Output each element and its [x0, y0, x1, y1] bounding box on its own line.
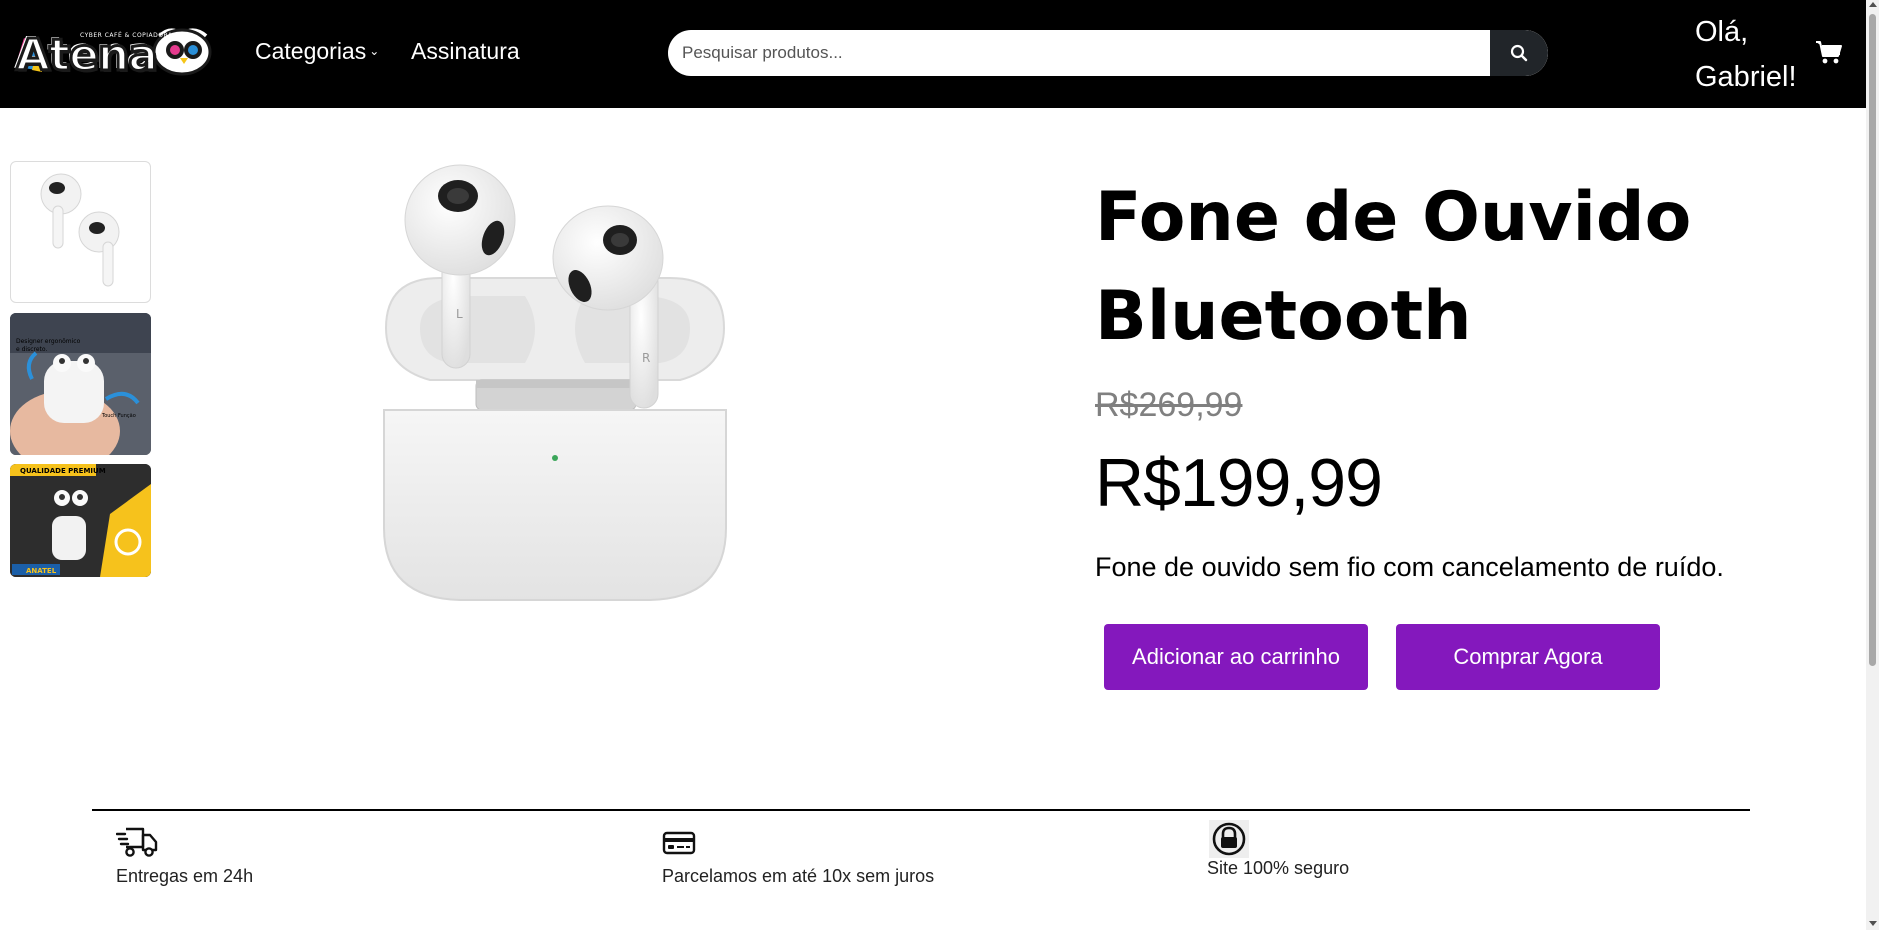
credit-card-icon [662, 831, 696, 855]
thumbnail-earbuds-in-hand[interactable]: Designer ergonômico e discreto. Touch Fu… [10, 313, 151, 455]
old-price: R$269,99 [1095, 386, 1243, 424]
current-price: R$199,99 [1095, 445, 1383, 521]
thumbnail-earbuds-front[interactable] [10, 161, 151, 303]
search-input[interactable] [668, 30, 1490, 76]
product-title: Fone de Ouvido Bluetooth [1095, 178, 1692, 356]
thumbnail-image [40, 173, 120, 287]
search-button[interactable] [1490, 30, 1548, 76]
svg-text:L: L [456, 307, 463, 321]
logo-tagline: CYBER CAFÉ & COPIADORA [80, 32, 173, 39]
delivery-truck-icon [116, 827, 158, 857]
chevron-down-icon: ⌄ [369, 44, 380, 58]
product-description: Fone de ouvido sem fio com cancelamento … [1095, 552, 1724, 582]
thumbnail-image: QUALIDADE PREMIUM ANATEL [10, 464, 151, 577]
nav-assinatura-link[interactable]: Assinatura [411, 38, 520, 65]
scrollbar-thumb[interactable] [1869, 14, 1876, 666]
feature-installments-label: Parcelamos em até 10x sem juros [662, 866, 935, 886]
product-main-image: L R [380, 158, 730, 608]
features-divider [92, 809, 1750, 811]
scroll-up-arrow-icon[interactable] [1869, 2, 1877, 7]
user-greeting[interactable]: Olá, Gabriel! [1695, 10, 1825, 100]
add-to-cart-button[interactable]: Adicionar ao carrinho [1104, 624, 1368, 690]
thumb2-caption-line2: e discreto. [16, 346, 47, 353]
thumb3-anatel: ANATEL [26, 567, 57, 575]
scroll-down-arrow-icon[interactable] [1869, 921, 1877, 926]
cart-button[interactable] [1815, 40, 1843, 66]
thumbnail-image: Designer ergonômico e discreto. Touch Fu… [10, 313, 151, 455]
search-icon [1510, 44, 1528, 62]
svg-text:R: R [642, 351, 650, 365]
shopping-cart-icon [1816, 41, 1842, 64]
feature-delivery-label: Entregas em 24h [116, 866, 254, 886]
top-navbar: Atena CYBER CAFÉ & COPIADORA Categorias ⌄… [0, 0, 1866, 108]
thumbnail-qualidade-premium[interactable]: QUALIDADE PREMIUM ANATEL [10, 464, 151, 577]
thumb2-touch-label: Touch Função [101, 413, 136, 419]
page-scrollbar[interactable] [1866, 0, 1879, 930]
search-bar [668, 30, 1548, 76]
lock-icon [1209, 820, 1249, 858]
atena-logo[interactable]: Atena CYBER CAFÉ & COPIADORA [10, 24, 215, 83]
buy-now-button[interactable]: Comprar Agora [1396, 624, 1660, 690]
thumb3-badge: QUALIDADE PREMIUM [20, 467, 106, 475]
thumb2-caption-line1: Designer ergonômico [16, 338, 81, 345]
feature-secure-label: Site 100% seguro [1207, 858, 1350, 878]
nav-categorias-dropdown[interactable]: Categorias ⌄ [255, 38, 379, 65]
nav-categorias-label: Categorias [255, 38, 367, 64]
airpods-illustration: L R [383, 164, 727, 601]
